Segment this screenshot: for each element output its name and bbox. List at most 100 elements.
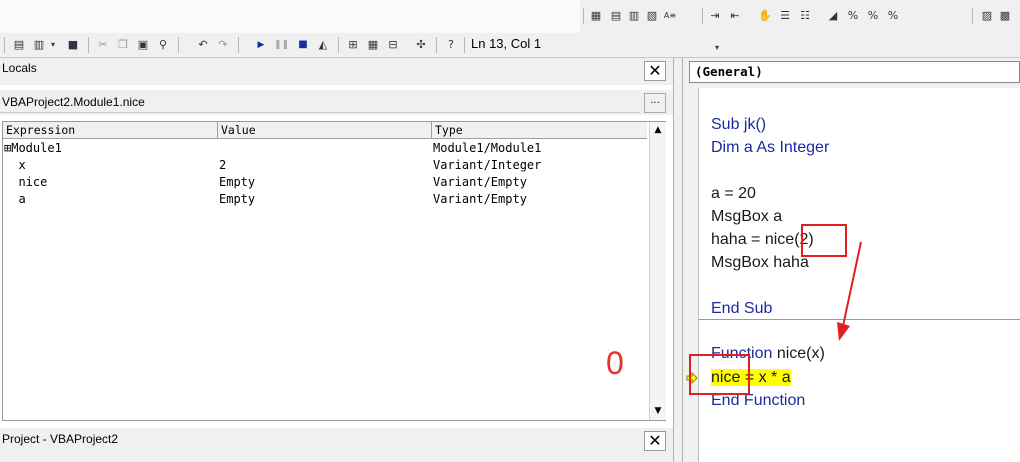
locals-row[interactable]: ⊞Module1 Module1/Module1 xyxy=(3,140,647,157)
locals-row[interactable]: a Empty Variant/Empty xyxy=(3,191,647,208)
standard-toolbar: ▤ ▥ ▾ ■ ✂ ❐ ▣ ⚲ ↶ ↷ ▶ ❚❚ ■ ◭ ⊞ ▦ ⊟ ✣ ? L… xyxy=(0,33,1020,58)
outdent-icon[interactable]: ⇤ xyxy=(728,9,742,23)
view-excel-icon[interactable]: ▤ xyxy=(12,38,26,52)
toolbar-grip xyxy=(4,37,5,53)
toolbar-separator xyxy=(436,37,437,53)
redo-icon[interactable]: ↷ xyxy=(216,38,230,52)
toolbar-options-chevron-icon[interactable]: ▾ xyxy=(710,41,724,55)
clear-bookmarks-icon[interactable]: % xyxy=(886,9,900,23)
toolbar-separator xyxy=(338,37,339,53)
insert-dropdown-icon[interactable]: ▾ xyxy=(46,38,60,52)
call-context-field: VBAProject2.Module1.nice xyxy=(0,91,640,113)
type-cell: Module1/Module1 xyxy=(433,141,542,155)
pane-splitter[interactable] xyxy=(673,58,683,462)
toolbar-separator xyxy=(238,37,239,53)
locals-close-button[interactable]: ✕ xyxy=(644,61,666,81)
find-icon[interactable]: ⚲ xyxy=(156,38,170,52)
code-text: = x * a xyxy=(744,369,791,386)
comment-block-icon[interactable]: ☰ xyxy=(778,9,792,23)
value-cell: 2 xyxy=(219,158,227,172)
expression-cell: x xyxy=(4,158,26,172)
code-line: MsgBox a xyxy=(711,208,783,225)
toolbox-icon[interactable]: ✣ xyxy=(414,38,428,52)
toolbar-separator xyxy=(972,8,973,24)
code-line: a = 20 xyxy=(711,185,756,202)
reset-icon[interactable]: ■ xyxy=(296,38,310,52)
type-cell: Variant/Empty xyxy=(433,175,527,189)
locals-row[interactable]: x 2 Variant/Integer xyxy=(3,157,647,174)
edit-toolbar: ▦ ▤ ▥ ▧ A≡ ⇥ ⇤ ✋ ☰ ☷ ◢ % % % ▨ ▩ xyxy=(0,0,1020,34)
code-margin-indicator-bar[interactable] xyxy=(683,88,699,462)
type-cell: Variant/Empty xyxy=(433,192,527,206)
annotation-box-function-name xyxy=(689,354,750,395)
object-dropdown[interactable]: (General) xyxy=(689,61,1020,83)
call-stack-button[interactable]: ... xyxy=(644,93,666,113)
expression-cell: a xyxy=(4,192,26,206)
save-icon[interactable]: ■ xyxy=(66,38,80,52)
value-cell: Empty xyxy=(219,192,256,206)
break-icon[interactable]: ❚❚ xyxy=(274,38,289,52)
list-properties-icon[interactable]: ▦ xyxy=(589,9,603,23)
code-window-header: (General) xyxy=(683,58,1020,88)
copy-icon[interactable]: ❐ xyxy=(116,38,130,52)
locals-window-header: Locals xyxy=(0,58,673,85)
complete-word-icon[interactable]: A≡ xyxy=(663,9,677,23)
locals-window-title: Locals xyxy=(2,61,37,75)
project-close-button[interactable]: ✕ xyxy=(644,431,666,451)
locals-row[interactable]: nice Empty Variant/Empty xyxy=(3,174,647,191)
value-cell: Empty xyxy=(219,175,256,189)
expression-cell: nice xyxy=(4,175,48,189)
column-header-expression[interactable]: Expression xyxy=(3,122,218,138)
expression-cell: ⊞Module1 xyxy=(4,141,62,155)
project-window-header: Project - VBAProject2 xyxy=(0,428,673,462)
code-line: haha = nice(2) xyxy=(711,230,814,250)
close-icon: ✕ xyxy=(648,431,662,450)
object-browser-icon[interactable]: ⊟ xyxy=(386,38,400,52)
toolbar-separator xyxy=(702,8,703,24)
next-bookmark-icon[interactable]: % xyxy=(846,9,860,23)
quick-info-icon[interactable]: ▥ xyxy=(627,9,641,23)
toolbar-blank-area xyxy=(0,0,580,33)
column-header-value[interactable]: Value xyxy=(218,122,432,138)
toggle-bookmark-icon[interactable]: ◢ xyxy=(826,9,840,23)
locals-grid: Expression Value Type ⊞Module1 Module1/M… xyxy=(2,121,666,421)
toolbar-separator xyxy=(464,37,465,53)
close-icon: ✕ xyxy=(648,61,662,80)
indent-icon[interactable]: ⇥ xyxy=(708,9,722,23)
code-line: Dim a As Integer xyxy=(711,139,830,156)
cursor-position-label: Ln 13, Col 1 xyxy=(471,36,542,51)
uncomment-block-icon[interactable]: ☷ xyxy=(798,9,812,23)
list-constants-icon[interactable]: ▤ xyxy=(609,9,623,23)
project-explorer-icon[interactable]: ⊞ xyxy=(346,38,360,52)
locals-context-row: VBAProject2.Module1.nice ... xyxy=(0,90,673,115)
insert-module-icon[interactable]: ▥ xyxy=(32,38,46,52)
code-line: Sub jk() xyxy=(711,116,767,133)
paste-icon[interactable]: ▣ xyxy=(136,38,150,52)
cut-icon[interactable]: ✂ xyxy=(96,38,110,52)
help-icon[interactable]: ? xyxy=(444,38,458,52)
toolbar-overflow-icon-2[interactable]: ▩ xyxy=(998,9,1012,23)
undo-icon[interactable]: ↶ xyxy=(196,38,210,52)
toolbar-separator xyxy=(178,37,179,53)
design-mode-icon[interactable]: ◭ xyxy=(316,38,330,52)
code-text: haha = nice xyxy=(711,231,795,248)
annotation-zero-label: 0 xyxy=(606,345,624,381)
scroll-down-icon[interactable]: ▼ xyxy=(650,403,666,419)
toolbar-overflow-icon[interactable]: ▨ xyxy=(980,9,994,23)
properties-window-icon[interactable]: ▦ xyxy=(366,38,380,52)
run-icon[interactable]: ▶ xyxy=(254,38,268,52)
locals-vertical-scrollbar[interactable]: ▲ ▼ xyxy=(649,122,666,420)
toolbar-separator xyxy=(583,8,584,24)
code-line: MsgBox haha xyxy=(711,254,809,271)
locals-grid-header: Expression Value Type xyxy=(3,122,647,139)
column-header-type[interactable]: Type xyxy=(432,122,647,138)
project-window-title: Project - VBAProject2 xyxy=(2,432,119,446)
parameter-info-icon[interactable]: ▧ xyxy=(645,9,659,23)
scroll-up-icon[interactable]: ▲ xyxy=(650,122,666,138)
code-text: nice(x) xyxy=(772,345,825,362)
previous-bookmark-icon[interactable]: % xyxy=(866,9,880,23)
code-line: End Sub xyxy=(711,300,773,317)
toggle-breakpoint-icon[interactable]: ✋ xyxy=(758,9,772,23)
annotation-arrow-icon xyxy=(837,241,862,341)
toolbar-separator xyxy=(88,37,89,53)
